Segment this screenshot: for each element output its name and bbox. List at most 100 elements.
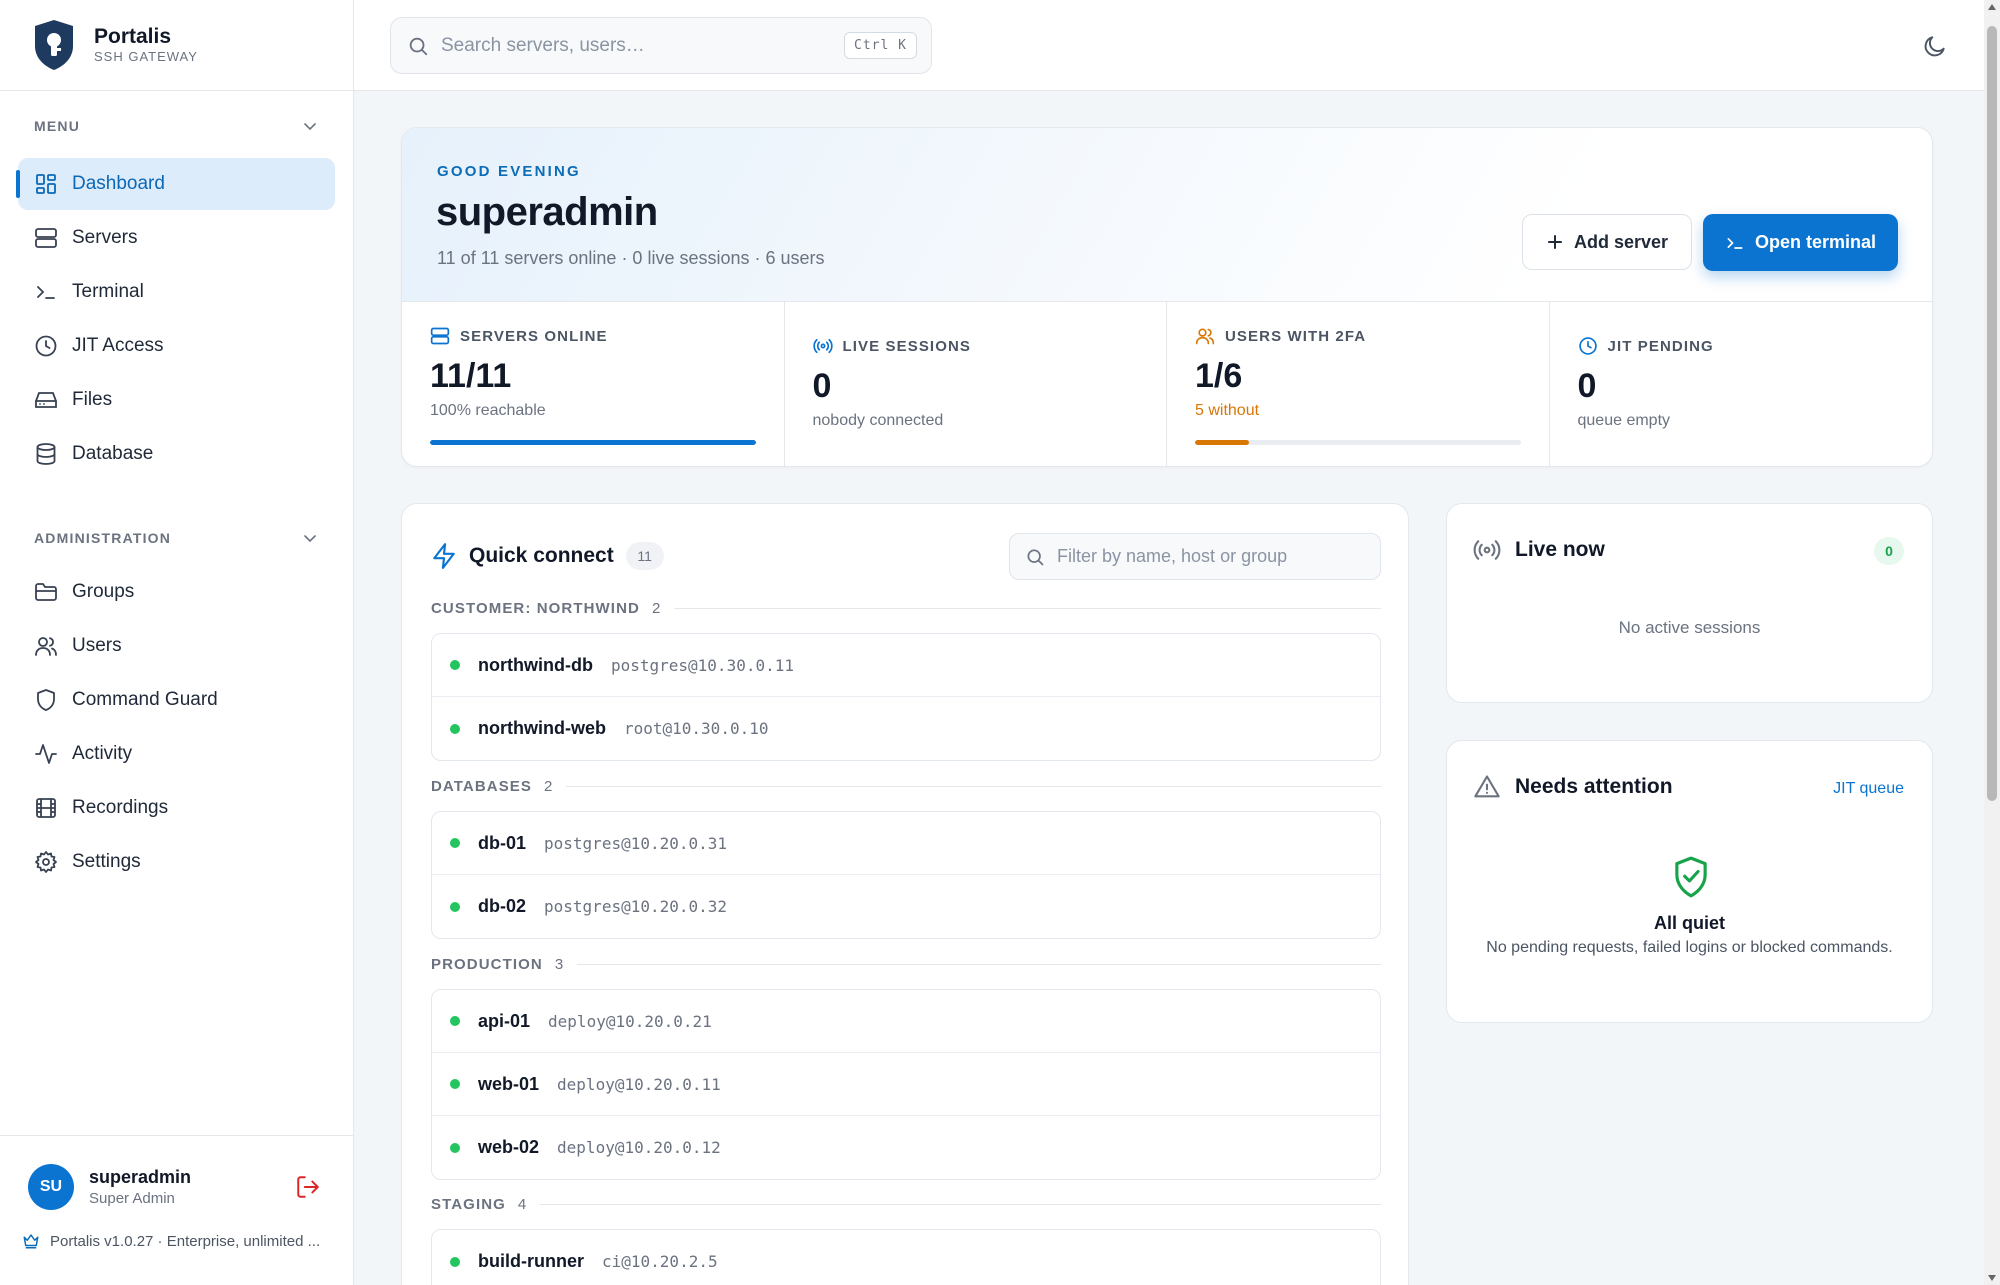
sidebar-item-label: Files: [72, 389, 113, 410]
sidebar-item-jit-access[interactable]: JIT Access: [18, 320, 335, 372]
sidebar-item-label: Servers: [72, 227, 138, 248]
server-host: deploy@10.20.0.12: [557, 1138, 721, 1157]
search-icon: [1027, 549, 1044, 565]
live-now-card: Live now 0 No active sessions: [1446, 503, 1933, 703]
database-icon: [36, 443, 56, 465]
server-row[interactable]: northwind-web root@10.30.0.10: [432, 697, 1380, 760]
admin-nav: Groups Users Command Guard Activity Reco…: [0, 566, 353, 888]
server-row[interactable]: api-01 deploy@10.20.0.21: [432, 990, 1380, 1053]
group-count: 4: [517, 1196, 527, 1213]
moon-icon[interactable]: [1922, 33, 1948, 59]
brand-subtitle: SSH GATEWAY: [94, 49, 198, 64]
all-quiet-title: All quiet: [1654, 913, 1725, 933]
scroll-up-arrow[interactable]: [1988, 4, 1996, 10]
welcome-header: GOOD EVENING superadmin 11 of 11 servers…: [402, 128, 1932, 302]
group-name: CUSTOMER: NORTHWIND: [431, 600, 640, 617]
welcome-card: GOOD EVENING superadmin 11 of 11 servers…: [401, 127, 1933, 467]
server-name: web-02: [478, 1137, 540, 1157]
2fa-progress-bar: [1195, 440, 1521, 445]
lightning-icon: [433, 543, 455, 569]
stat-label: LIVE SESSIONS: [842, 337, 971, 355]
server-row[interactable]: northwind-db postgres@10.30.0.11: [432, 634, 1380, 697]
stat-value: 1/6: [1195, 357, 1243, 395]
shortcut-hint: Ctrl K: [844, 32, 917, 59]
stat-users-2fa[interactable]: USERS WITH 2FA 1/6 5 without: [1167, 302, 1550, 466]
administration-section-label: ADMINISTRATION: [34, 530, 172, 546]
stat-note: 5 without: [1195, 402, 1260, 419]
clock-icon: [1578, 337, 1597, 355]
users-icon: [35, 637, 57, 656]
dashboard-icon: [36, 174, 56, 194]
stat-jit-pending[interactable]: JIT PENDING 0 queue empty: [1550, 302, 1933, 466]
all-quiet-subtitle: No pending requests, failed logins or bl…: [1486, 939, 1893, 956]
group-count: 2: [544, 778, 553, 795]
open-terminal-button[interactable]: Open terminal: [1703, 214, 1898, 271]
server-list: build-runner ci@10.20.2.5: [431, 1229, 1381, 1285]
sidebar-item-terminal[interactable]: Terminal: [18, 266, 335, 318]
stat-live-sessions[interactable]: LIVE SESSIONS 0 nobody connected: [785, 302, 1167, 466]
group-count: 2: [651, 600, 661, 617]
server-host: postgres@10.20.0.32: [544, 897, 728, 916]
user-profile[interactable]: SU superadmin Super Admin: [0, 1136, 353, 1210]
search-icon: [409, 37, 428, 55]
clock-icon: [35, 335, 57, 357]
shield-icon: [37, 689, 55, 711]
group-header: DATABASES 2: [431, 778, 1381, 795]
group-header: STAGING 4: [431, 1196, 1381, 1213]
add-server-button[interactable]: Add server: [1522, 214, 1692, 270]
stat-note: nobody connected: [812, 412, 944, 429]
sidebar-item-label: Activity: [72, 743, 133, 764]
scroll-down-arrow[interactable]: [1988, 1275, 1996, 1281]
group-header: PRODUCTION 3: [431, 956, 1381, 973]
sidebar-item-database[interactable]: Database: [18, 428, 335, 480]
shield-check-icon: [1675, 856, 1707, 898]
online-status-dot: [450, 901, 460, 912]
sidebar-item-settings[interactable]: Settings: [18, 836, 335, 888]
hard-drive-icon: [35, 392, 57, 408]
sidebar-footer: SU superadmin Super Admin Portalis v1.0.…: [0, 1135, 353, 1285]
server-list: api-01 deploy@10.20.0.21 web-01 deploy@10.…: [431, 989, 1381, 1180]
chevron-down-icon: [304, 535, 316, 543]
sidebar: Portalis SSH GATEWAY MENU Dashboard Serv…: [0, 0, 354, 1285]
sidebar-item-dashboard[interactable]: Dashboard: [16, 158, 335, 210]
server-icon: [430, 327, 450, 345]
live-count-badge: 0: [1874, 537, 1904, 565]
sidebar-item-activity[interactable]: Activity: [18, 728, 335, 780]
sidebar-item-label: JIT Access: [72, 335, 164, 356]
server-row[interactable]: db-02 postgres@10.20.0.32: [432, 875, 1380, 938]
stats-row: SERVERS ONLINE 11/11 100% reachable LIVE…: [402, 302, 1933, 466]
menu-section-toggle[interactable]: MENU: [0, 114, 353, 138]
sidebar-item-label: Recordings: [72, 797, 169, 818]
stat-servers-online[interactable]: SERVERS ONLINE 11/11 100% reachable: [402, 302, 785, 466]
server-host: postgres@10.30.0.11: [610, 655, 794, 675]
sidebar-item-command-guard[interactable]: Command Guard: [18, 674, 335, 726]
jit-queue-link[interactable]: JIT queue: [1833, 780, 1904, 798]
empty-state: No active sessions: [1618, 618, 1761, 637]
user-name: superadmin: [89, 1167, 192, 1187]
greeting: GOOD EVENING: [437, 163, 581, 180]
server-row[interactable]: build-runner ci@10.20.2.5: [432, 1230, 1380, 1285]
sidebar-item-groups[interactable]: Groups: [18, 566, 335, 618]
server-row[interactable]: web-02 deploy@10.20.0.12: [432, 1116, 1380, 1179]
online-status-dot: [450, 660, 460, 670]
quick-connect-title: Quick connect: [469, 544, 614, 567]
server-row[interactable]: web-01 deploy@10.20.0.11: [432, 1053, 1380, 1116]
administration-section-toggle[interactable]: ADMINISTRATION: [0, 526, 353, 550]
logout-icon[interactable]: [295, 1174, 321, 1200]
sidebar-item-users[interactable]: Users: [18, 620, 335, 672]
server-filter-input[interactable]: Filter by name, host or group: [1009, 533, 1381, 580]
add-server-label: Add server: [1573, 231, 1669, 252]
brand[interactable]: Portalis SSH GATEWAY: [0, 0, 353, 91]
sidebar-item-recordings[interactable]: Recordings: [18, 782, 335, 834]
broadcast-icon: [812, 338, 833, 354]
menu-section-label: MENU: [34, 118, 81, 134]
server-row[interactable]: db-01 postgres@10.20.0.31: [432, 812, 1380, 875]
page-scrollbar[interactable]: [1984, 0, 2000, 1285]
stat-value: 11/11: [430, 357, 512, 395]
sidebar-item-label: Terminal: [72, 281, 144, 302]
global-search-input[interactable]: Search servers, users… Ctrl K: [390, 17, 932, 74]
sidebar-item-files[interactable]: Files: [18, 374, 335, 426]
activity-icon: [35, 744, 57, 764]
sidebar-item-servers[interactable]: Servers: [18, 212, 335, 264]
scrollbar-thumb[interactable]: [1987, 26, 1997, 801]
